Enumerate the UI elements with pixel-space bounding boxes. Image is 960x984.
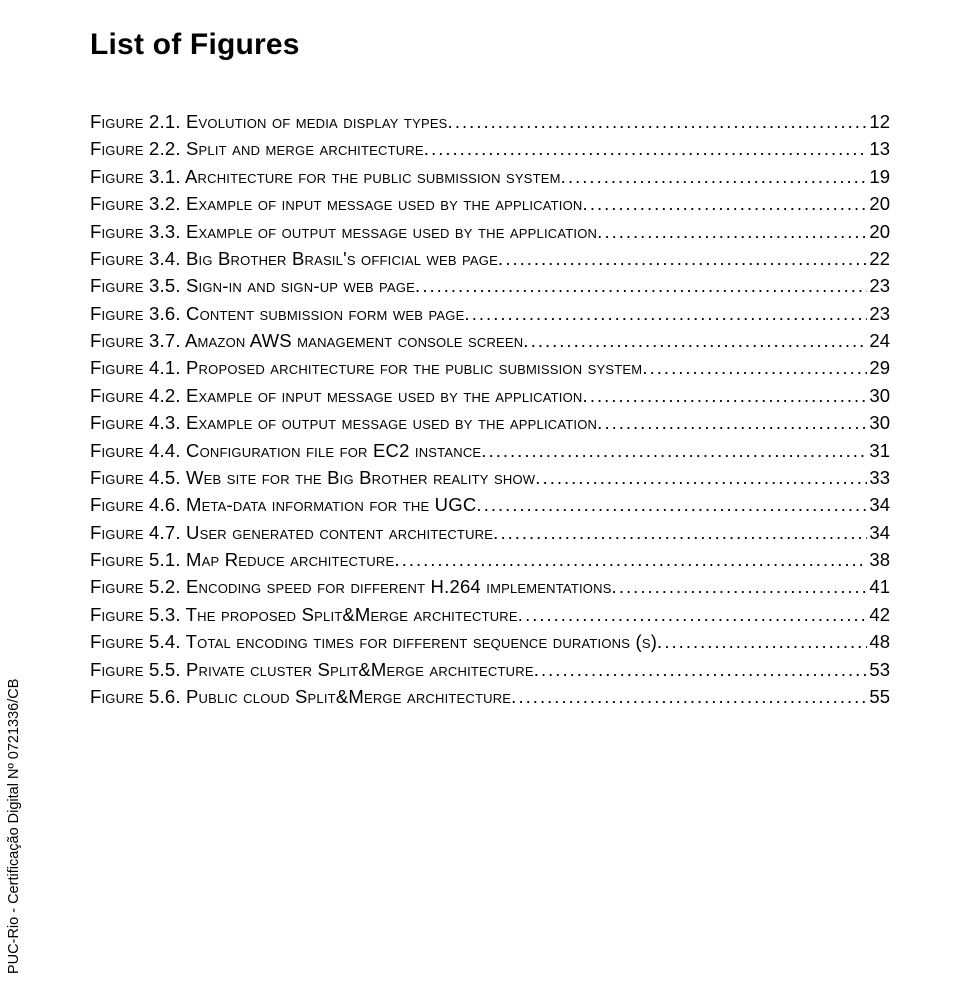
figure-entry: Figure 3.5. Sign-in and sign-up web page… [90,272,890,299]
figure-label: Figure 2.1. Evolution of media display t… [90,108,453,135]
figure-label: Figure 3.4. Big Brother Brasil's officia… [90,245,503,272]
figure-entry: Figure 5.2. Encoding speed for different… [90,573,890,600]
figure-list: Figure 2.1. Evolution of media display t… [90,108,890,710]
figure-label: Figure 5.3. The proposed Split&Merge arc… [90,601,523,628]
figure-page-number: 34 [867,491,890,518]
figure-page-number: 34 [867,519,890,546]
figure-entry: Figure 4.3. Example of output message us… [90,409,890,436]
figure-entry: Figure 3.1. Architecture for the public … [90,163,890,190]
figure-page-number: 30 [867,409,890,436]
leader-dots: ........................................… [588,190,868,217]
leader-dots: ........................................… [420,272,867,299]
figure-entry: Figure 3.2. Example of input message use… [90,190,890,217]
figure-page-number: 41 [867,573,890,600]
figure-page-number: 55 [867,683,890,710]
figure-label: Figure 5.1. Map Reduce architecture. [90,546,400,573]
figure-entry: Figure 5.3. The proposed Split&Merge arc… [90,601,890,628]
leader-dots: ........................................… [498,519,867,546]
figure-entry: Figure 4.2. Example of input message use… [90,382,890,409]
page-title: List of Figures [90,28,890,62]
figure-page-number: 33 [867,464,890,491]
leader-dots: ........................................… [453,108,868,135]
leader-dots: ........................................… [523,601,867,628]
leader-dots: ........................................… [470,300,868,327]
figure-page-number: 12 [867,108,890,135]
leader-dots: ........................................… [662,628,867,655]
figure-page-number: 20 [867,218,890,245]
figure-page-number: 38 [867,546,890,573]
figure-entry: Figure 4.1. Proposed architecture for th… [90,354,890,381]
figure-label: Figure 4.6. Meta-data information for th… [90,491,482,518]
leader-dots: ........................................… [602,409,867,436]
figure-entry: Figure 4.5. Web site for the Big Brother… [90,464,890,491]
certification-sidemark: PUC-Rio - Certificação Digital Nº 072133… [6,679,22,974]
figure-entry: Figure 2.1. Evolution of media display t… [90,108,890,135]
leader-dots: ........................................… [588,382,868,409]
figure-entry: Figure 4.7. User generated content archi… [90,519,890,546]
figure-entry: Figure 2.2. Split and merge architecture… [90,135,890,162]
figure-page-number: 53 [867,656,890,683]
figure-page-number: 23 [867,272,890,299]
figure-page-number: 24 [867,327,890,354]
figure-entry: Figure 3.6. Content submission form web … [90,300,890,327]
figure-entry: Figure 3.3. Example of output message us… [90,218,890,245]
page-body: List of Figures Figure 2.1. Evolution of… [0,0,960,750]
figure-entry: Figure 5.1. Map Reduce architecture. ...… [90,546,890,573]
leader-dots: ........................................… [602,218,867,245]
leader-dots: ........................................… [517,683,868,710]
figure-page-number: 48 [867,628,890,655]
figure-label: Figure 4.4. Configuration file for EC2 i… [90,437,487,464]
figure-page-number: 29 [867,354,890,381]
figure-label: Figure 4.5. Web site for the Big Brother… [90,464,541,491]
figure-label: Figure 4.2. Example of input message use… [90,382,588,409]
figure-page-number: 19 [867,163,890,190]
leader-dots: ........................................… [487,437,868,464]
figure-entry: Figure 5.6. Public cloud Split&Merge arc… [90,683,890,710]
figure-entry: Figure 4.4. Configuration file for EC2 i… [90,437,890,464]
figure-label: Figure 3.5. Sign-in and sign-up web page… [90,272,420,299]
figure-label: Figure 5.6. Public cloud Split&Merge arc… [90,683,517,710]
figure-page-number: 20 [867,190,890,217]
figure-label: Figure 3.2. Example of input message use… [90,190,588,217]
leader-dots: ........................................… [566,163,867,190]
figure-label: Figure 5.5. Private cluster Split&Merge … [90,656,539,683]
figure-entry: Figure 3.7. Amazon AWS management consol… [90,327,890,354]
figure-label: Figure 3.3. Example of output message us… [90,218,602,245]
figure-entry: Figure 4.6. Meta-data information for th… [90,491,890,518]
figure-label: Figure 5.2. Encoding speed for different… [90,573,617,600]
leader-dots: ........................................… [503,245,867,272]
figure-label: Figure 3.6. Content submission form web … [90,300,470,327]
leader-dots: ........................................… [400,546,868,573]
figure-page-number: 42 [867,601,890,628]
figure-page-number: 23 [867,300,890,327]
leader-dots: ........................................… [541,464,868,491]
figure-label: Figure 4.1. Proposed architecture for th… [90,354,648,381]
leader-dots: ........................................… [617,573,868,600]
figure-entry: Figure 5.5. Private cluster Split&Merge … [90,656,890,683]
figure-label: Figure 2.2. Split and merge architecture… [90,135,429,162]
figure-page-number: 13 [867,135,890,162]
figure-page-number: 30 [867,382,890,409]
figure-label: Figure 4.3. Example of output message us… [90,409,602,436]
figure-label: Figure 3.1. Architecture for the public … [90,163,566,190]
figure-page-number: 22 [867,245,890,272]
figure-entry: Figure 5.4. Total encoding times for dif… [90,628,890,655]
leader-dots: ........................................… [648,354,868,381]
figure-page-number: 31 [867,437,890,464]
figure-label: Figure 4.7. User generated content archi… [90,519,498,546]
figure-label: Figure 3.7. Amazon AWS management consol… [90,327,529,354]
leader-dots: ........................................… [529,327,868,354]
leader-dots: ........................................… [429,135,867,162]
figure-entry: Figure 3.4. Big Brother Brasil's officia… [90,245,890,272]
leader-dots: ........................................… [539,656,867,683]
figure-label: Figure 5.4. Total encoding times for dif… [90,628,662,655]
leader-dots: ........................................… [482,491,868,518]
